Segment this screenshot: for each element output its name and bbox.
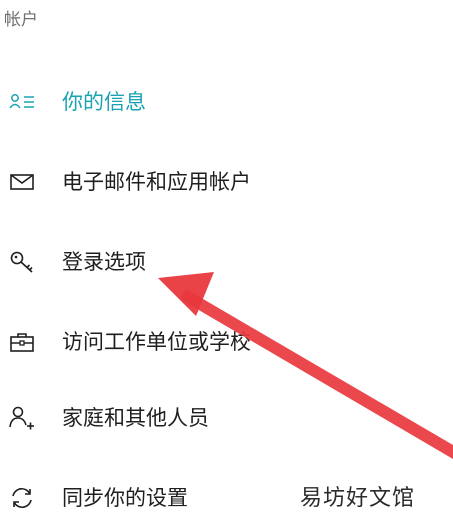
sync-icon <box>8 485 36 511</box>
nav-item-label: 电子邮件和应用帐户 <box>62 170 251 194</box>
watermark-text: 易坊好文馆 <box>300 486 416 511</box>
nav-item-family-others[interactable]: 家庭和其他人员 <box>0 398 453 438</box>
nav-item-label: 你的信息 <box>62 90 146 114</box>
nav-item-label: 家庭和其他人员 <box>62 406 209 430</box>
person-list-icon <box>8 89 36 115</box>
nav-item-email-accounts[interactable]: 电子邮件和应用帐户 <box>0 162 453 202</box>
nav-item-label: 访问工作单位或学校 <box>62 330 251 354</box>
add-person-icon <box>8 405 36 431</box>
mail-icon <box>8 169 36 195</box>
nav-item-work-school[interactable]: 访问工作单位或学校 <box>0 322 453 362</box>
section-title: 帐户 <box>4 10 38 30</box>
nav-item-sign-in-options[interactable]: 登录选项 <box>0 242 453 282</box>
key-icon <box>8 249 36 275</box>
nav-item-label: 同步你的设置 <box>62 486 188 510</box>
nav-item-your-info[interactable]: 你的信息 <box>0 82 453 122</box>
briefcase-icon <box>8 329 36 355</box>
nav-item-label: 登录选项 <box>62 250 146 274</box>
